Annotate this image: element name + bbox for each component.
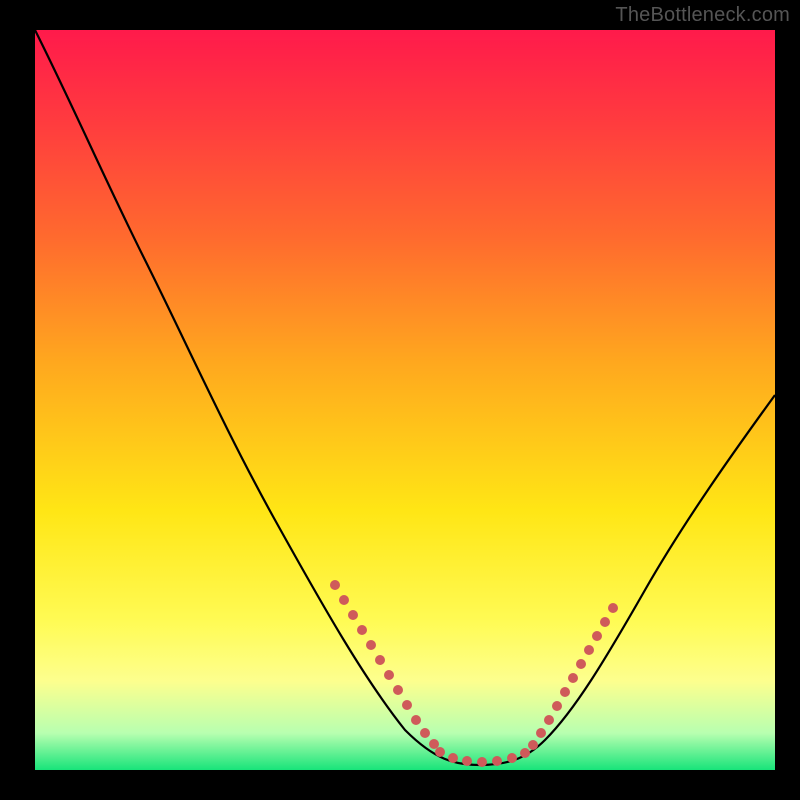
chart-svg xyxy=(35,30,775,770)
chart-frame: TheBottleneck.com xyxy=(0,0,800,800)
highlight-bottom-dots xyxy=(435,747,530,767)
highlight-right-dots xyxy=(528,603,618,750)
watermark-text: TheBottleneck.com xyxy=(615,4,790,27)
curve-path xyxy=(35,30,775,765)
plot-area xyxy=(35,30,775,770)
highlight-left-dots xyxy=(330,580,439,749)
